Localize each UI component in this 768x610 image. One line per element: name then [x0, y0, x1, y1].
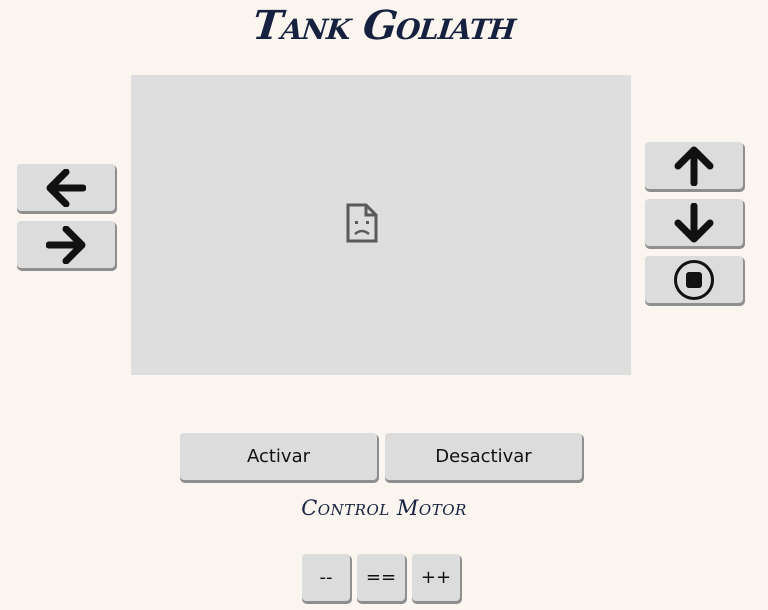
broken-image-icon	[346, 203, 378, 243]
motor-control-label: Control Motor	[301, 496, 467, 520]
page: Tank Goliath Activar Desactivar Control …	[0, 0, 768, 610]
reset-speed-button[interactable]: ==	[357, 554, 405, 601]
forward-button[interactable]	[645, 142, 743, 189]
activate-button[interactable]: Activar	[180, 433, 377, 480]
arrow-left-icon	[46, 168, 86, 207]
turn-left-button[interactable]	[17, 164, 115, 211]
increase-speed-button[interactable]: ++	[412, 554, 460, 601]
deactivate-button[interactable]: Desactivar	[385, 433, 582, 480]
stop-circle-icon	[673, 259, 715, 301]
stop-button[interactable]	[645, 256, 743, 303]
turn-right-button[interactable]	[17, 221, 115, 268]
decrease-speed-button[interactable]: --	[302, 554, 350, 601]
arrow-right-icon	[46, 225, 86, 264]
video-feed	[131, 75, 631, 375]
page-title: Tank Goliath	[250, 2, 518, 49]
arrow-down-icon	[674, 202, 714, 243]
arrow-up-icon	[674, 146, 714, 186]
backward-button[interactable]	[645, 199, 743, 246]
